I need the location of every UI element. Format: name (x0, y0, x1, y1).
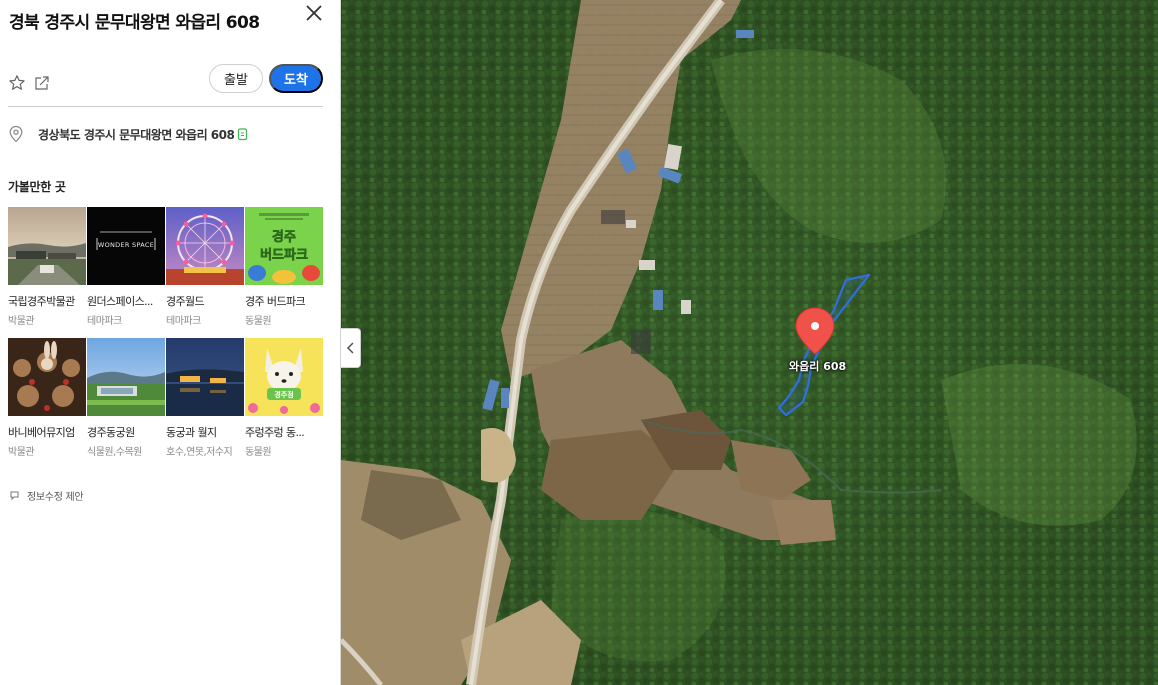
nearby-card-name: 바니베어뮤지엄 (8, 426, 75, 439)
address-text: 경상북도 경주시 문무대왕면 와읍리 608 (38, 127, 235, 142)
place-panel: 경북 경주시 문무대왕면 와읍리 608 출발 도착 경상북도 경주시 문무대왕… (0, 0, 341, 685)
nearby-thumbnail: 경주점 (245, 338, 323, 416)
nearby-card-category: 식물원,수목원 (87, 447, 142, 458)
thumbnail-caption: WONDER SPACE (98, 241, 154, 249)
nearby-card-name: 원더스페이스... (87, 295, 153, 308)
nearby-thumbnail (166, 338, 244, 416)
satellite-map[interactable]: 와읍리 608 (341, 0, 1158, 685)
edit-suggest-icon (10, 491, 19, 501)
nearby-card-category: 테마파크 (166, 316, 201, 327)
star-icon (9, 75, 25, 90)
share-button[interactable] (33, 74, 51, 92)
nearby-card-category: 동물원 (245, 316, 272, 327)
address-row: 경상북도 경주시 문무대왕면 와읍리 608 (8, 124, 249, 144)
nearby-card-name: 주렁주렁 동... (245, 426, 305, 439)
nearby-card[interactable]: 바니베어뮤지엄 박물관 (8, 338, 86, 469)
svg-text:경주: 경주 (272, 229, 296, 245)
nearby-card-name: 경주동궁원 (87, 426, 135, 439)
nearby-card[interactable]: 동궁과 월지 호수,연못,저수지 (166, 338, 244, 469)
nearby-card[interactable]: 경주 버드파크 경주 버드파크 동물원 (245, 207, 323, 338)
close-icon (306, 5, 322, 21)
satellite-imagery (341, 0, 1158, 685)
nearby-thumbnail (166, 207, 244, 285)
nearby-card[interactable]: 국립경주박물관 박물관 (8, 207, 86, 338)
nearby-card[interactable]: 경주동궁원 식물원,수목원 (87, 338, 165, 469)
nearby-thumbnail: 경주 버드파크 (245, 207, 323, 285)
nearby-card-category: 박물관 (8, 447, 35, 458)
favorite-button[interactable] (8, 74, 26, 92)
nearby-thumbnail (87, 338, 165, 416)
place-title: 경북 경주시 문무대왕면 와읍리 608 (9, 13, 260, 33)
nearby-card[interactable]: 경주월드 테마파크 (166, 207, 244, 338)
nearby-card[interactable]: WONDER SPACE 원더스페이스... 테마파크 (87, 207, 165, 338)
suggest-edit-label: 정보수정 제안 (27, 492, 84, 503)
nearby-card-name: 동궁과 월지 (166, 426, 217, 439)
panel-collapse-toggle[interactable] (341, 328, 361, 368)
nearby-grid: 국립경주박물관 박물관 WONDER SPACE 원더스페이스... 테마파크 (8, 207, 324, 469)
suggest-edit-link[interactable]: 정보수정 제안 (10, 488, 84, 503)
divider (8, 106, 323, 107)
arrive-button[interactable]: 도착 (269, 64, 323, 93)
depart-button[interactable]: 출발 (209, 64, 263, 93)
share-icon (35, 76, 49, 90)
chevron-left-icon (346, 342, 354, 354)
nearby-card-category: 박물관 (8, 316, 35, 327)
nearby-card-name: 경주 버드파크 (245, 295, 306, 308)
nearby-card-category: 테마파크 (87, 316, 122, 327)
nearby-thumbnail (8, 207, 86, 285)
close-button[interactable] (304, 3, 324, 23)
nearby-card-name: 국립경주박물관 (8, 295, 75, 308)
nearby-card-category: 호수,연못,저수지 (166, 447, 233, 458)
svg-text:버드파크: 버드파크 (260, 247, 308, 263)
nearby-card-category: 동물원 (245, 447, 272, 458)
nearby-card-name: 경주월드 (166, 295, 205, 308)
nearby-section-title: 가볼만한 곳 (8, 180, 66, 194)
nearby-thumbnail (8, 338, 86, 416)
location-pin-icon (9, 125, 23, 143)
marker-label: 와읍리 608 (789, 360, 847, 373)
nearby-card[interactable]: 경주점 주렁주렁 동... 동물원 (245, 338, 323, 469)
copy-icon[interactable] (237, 127, 249, 141)
nearby-thumbnail: WONDER SPACE (87, 207, 165, 285)
thumbnail-caption: 경주점 (274, 390, 293, 399)
